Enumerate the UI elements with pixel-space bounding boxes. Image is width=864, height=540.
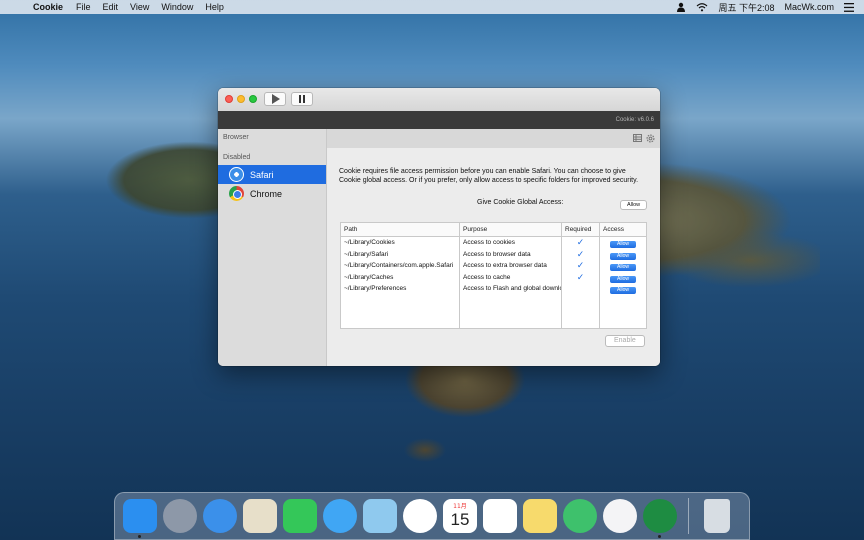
sidebar-item-safari[interactable]: Safari — [218, 165, 326, 184]
launchpad-icon[interactable] — [163, 499, 197, 533]
global-allow-button[interactable]: Allow — [620, 200, 648, 210]
calendar-icon[interactable]: 11月 15 — [443, 499, 477, 533]
allow-button[interactable]: Allow — [610, 275, 636, 283]
desktop-wallpaper-rock-small — [395, 430, 455, 470]
minimize-button[interactable] — [237, 95, 245, 103]
maps-icon[interactable] — [363, 499, 397, 533]
menu-window[interactable]: Window — [161, 2, 193, 12]
required-checkmark-icon — [562, 283, 599, 295]
notes-icon[interactable] — [523, 499, 557, 533]
column-header-path[interactable]: Path — [341, 223, 460, 236]
column-header-purpose[interactable]: Purpose — [460, 223, 562, 236]
facetime-icon[interactable] — [283, 499, 317, 533]
required-checkmark-icon: ✓ — [576, 271, 585, 282]
main-panel: Cookie requires file access permission b… — [327, 129, 660, 366]
close-button[interactable] — [225, 95, 233, 103]
panel-toolbar — [327, 129, 660, 148]
user-icon[interactable] — [676, 2, 686, 12]
allow-button[interactable]: Allow — [610, 241, 636, 248]
mail-icon[interactable] — [243, 499, 277, 533]
menu-extras: 周五 下午2:08 MacWk.com — [676, 0, 854, 14]
dock-separator — [688, 498, 689, 534]
play-button[interactable] — [264, 92, 286, 106]
pause-icon — [299, 95, 305, 103]
running-indicator — [138, 535, 141, 538]
sidebar-item-label: Chrome — [250, 188, 283, 199]
table-cell-purpose: Access to cache — [463, 273, 511, 281]
dock: 11月 15 — [114, 492, 750, 540]
cookie-app-icon[interactable] — [643, 499, 677, 538]
control-list-icon[interactable] — [844, 2, 854, 12]
table-cell-purpose: Access to browser data — [463, 250, 531, 258]
column-header-required[interactable]: Required — [562, 223, 600, 236]
purpose-column: Access to cookies Access to browser data… — [460, 237, 562, 328]
title-bar[interactable] — [218, 88, 660, 111]
required-checkmark-icon: ✓ — [576, 237, 585, 247]
required-checkmark-icon: ✓ — [576, 248, 585, 259]
path-column: ~/Library/Cookies ~/Library/Safari ~/Lib… — [341, 237, 460, 328]
column-header-access[interactable]: Access — [600, 223, 646, 236]
reminders-icon[interactable] — [483, 499, 517, 533]
menu-brand: MacWk.com — [784, 2, 835, 12]
table-row-access: Allow — [600, 272, 646, 284]
enable-button[interactable]: Enable — [605, 335, 645, 347]
menu-file[interactable]: File — [76, 2, 91, 12]
cookie-window: Cookie: v6.0.6 Browser Disabled Safari C… — [218, 88, 660, 366]
trash-icon[interactable] — [704, 499, 730, 533]
chrome-icon — [229, 186, 244, 201]
calendar-month-label: 11月 — [453, 503, 467, 510]
calendar-day-label: 15 — [450, 510, 470, 529]
find-my-icon[interactable] — [563, 499, 597, 533]
menu-help[interactable]: Help — [205, 2, 224, 12]
zoom-button[interactable] — [249, 95, 257, 103]
table-cell-purpose: Access to Flash and global downloads — [463, 285, 561, 292]
global-access-label: Give Cookie Global Access: — [477, 199, 564, 206]
table-cell-path: ~/Library/Caches — [344, 273, 394, 281]
list-view-icon[interactable] — [633, 134, 642, 142]
safari-icon — [229, 167, 244, 182]
gear-icon[interactable] — [646, 134, 655, 143]
allow-button[interactable]: Allow — [610, 287, 636, 294]
allow-button[interactable]: Allow — [610, 264, 636, 271]
sidebar-item-chrome[interactable]: Chrome — [218, 184, 326, 203]
required-checkmark-icon: ✓ — [576, 260, 585, 270]
version-label: Cookie: v6.0.6 — [615, 117, 654, 123]
music-icon[interactable] — [603, 499, 637, 533]
menu-edit[interactable]: Edit — [103, 2, 119, 12]
photos-icon[interactable] — [403, 499, 437, 533]
permission-description: Cookie requires file access permission b… — [339, 168, 639, 184]
running-indicator — [658, 535, 661, 538]
menu-clock[interactable]: 周五 下午2:08 — [718, 1, 774, 14]
sidebar-section-disabled: Disabled — [223, 154, 251, 161]
wifi-icon[interactable] — [696, 2, 708, 12]
sidebar-item-label: Safari — [250, 169, 274, 180]
table-row-access: Allow — [600, 283, 646, 295]
table-cell-purpose: Access to cookies — [463, 239, 516, 246]
table-row-access: Allow — [600, 237, 646, 249]
pause-button[interactable] — [291, 92, 313, 106]
menu-bar: Cookie File Edit View Window Help 周五 下午2… — [0, 0, 864, 14]
table-cell-path: ~/Library/Preferences — [344, 285, 407, 292]
table-row-access: Allow — [600, 249, 646, 261]
menu-view[interactable]: View — [130, 2, 149, 12]
table-cell-path: ~/Library/Containers/com.apple.Safari — [344, 262, 454, 269]
access-column: Allow Allow Allow Allow Allow — [600, 237, 646, 328]
table-cell-path: ~/Library/Cookies — [344, 239, 395, 246]
table-cell-path: ~/Library/Safari — [344, 250, 389, 258]
permissions-table: Path Purpose Required Access ~/Library/C… — [340, 222, 647, 329]
required-column: ✓ ✓ ✓ ✓ — [562, 237, 600, 328]
allow-button[interactable]: Allow — [610, 252, 636, 260]
messages-icon[interactable] — [323, 499, 357, 533]
table-body: ~/Library/Cookies ~/Library/Safari ~/Lib… — [341, 237, 646, 328]
play-icon — [272, 94, 280, 104]
table-cell-purpose: Access to extra browser data — [463, 262, 547, 269]
finder-icon[interactable] — [123, 499, 157, 538]
menu-app-name[interactable]: Cookie — [33, 2, 63, 12]
sidebar-header: Browser — [223, 134, 249, 141]
table-row-access: Allow — [600, 260, 646, 272]
table-header: Path Purpose Required Access — [341, 223, 646, 237]
safari-icon[interactable] — [203, 499, 237, 533]
version-bar: Cookie: v6.0.6 — [218, 111, 660, 129]
sidebar: Browser Disabled Safari Chrome — [218, 129, 327, 366]
